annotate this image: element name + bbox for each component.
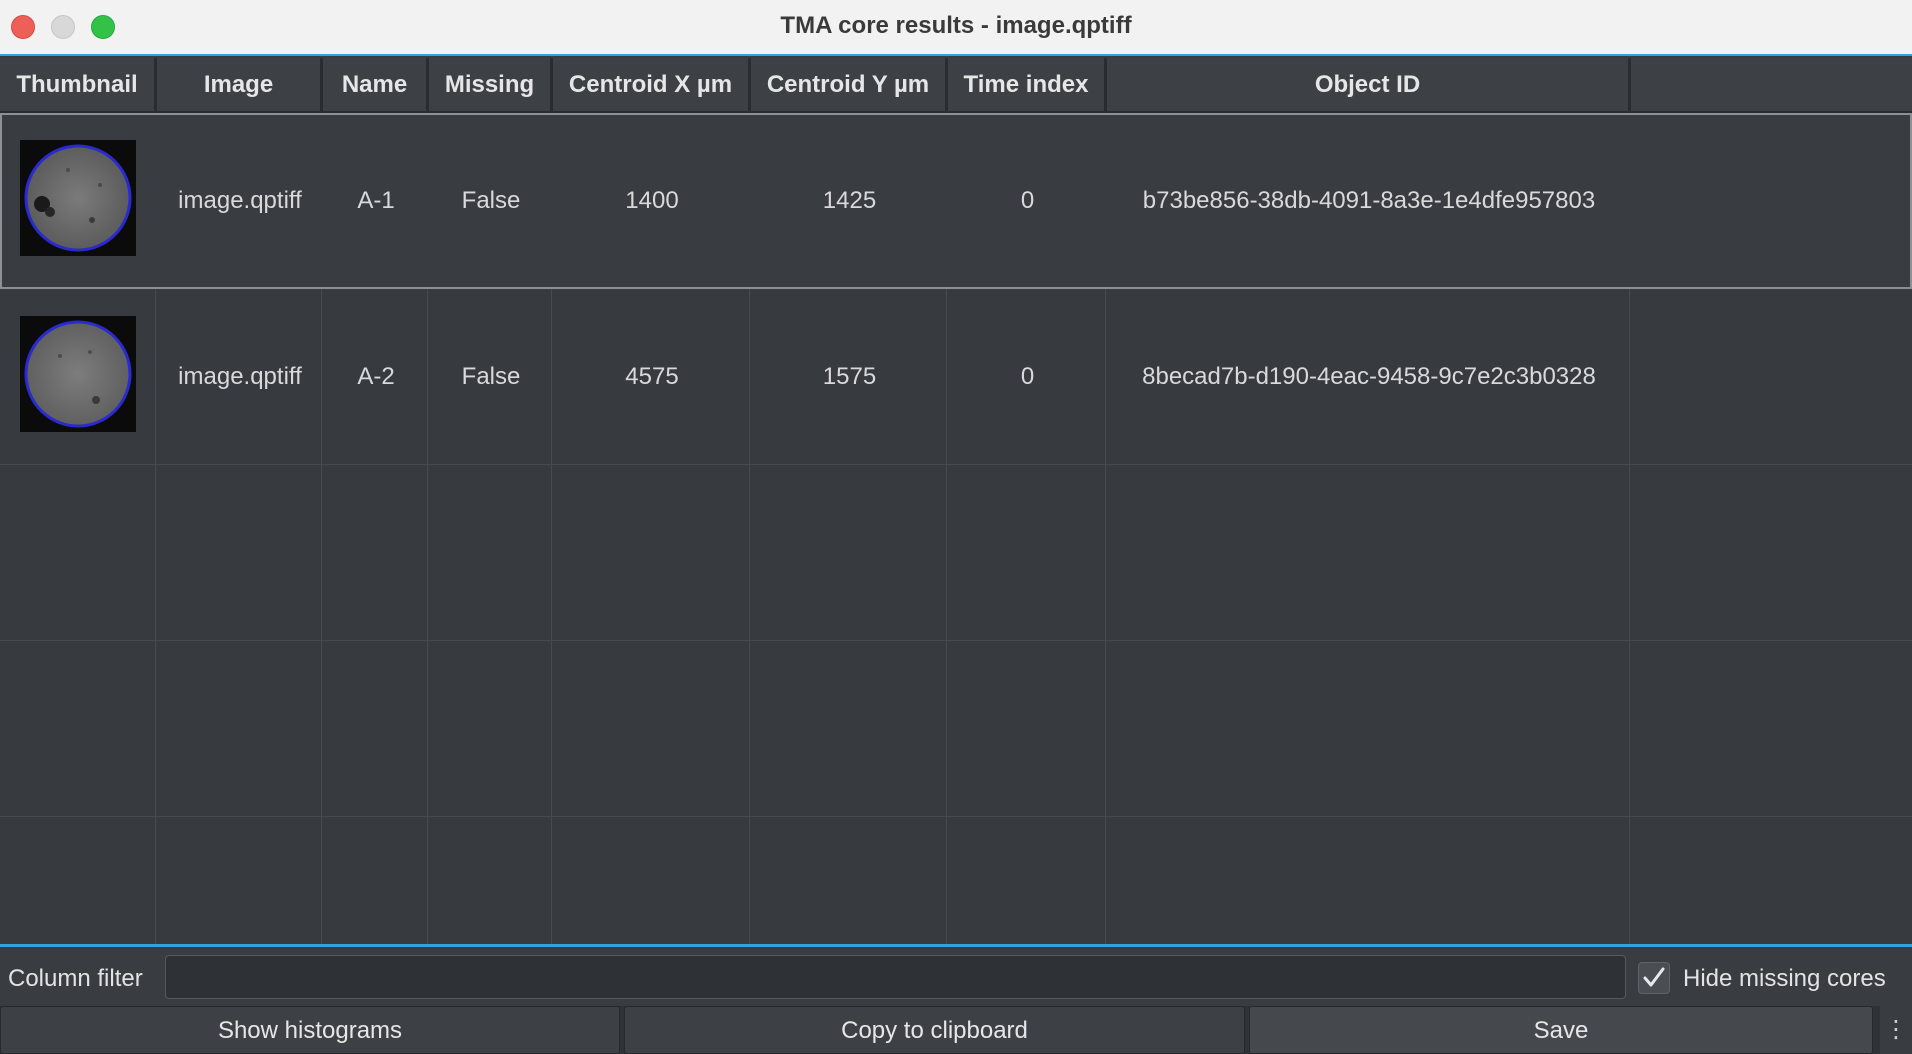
results-table[interactable]: Thumbnail Image Name Missing Centroid X … bbox=[0, 58, 1912, 944]
table-row[interactable]: image.qptiff A-1 False 1400 1425 0 b73be… bbox=[0, 113, 1912, 289]
object-id-cell: b73be856-38db-4091-8a3e-1e4dfe957803 bbox=[1142, 187, 1596, 214]
filter-bar: Column filter Hide missing cores bbox=[0, 944, 1912, 1006]
column-header-object-id[interactable]: Object ID bbox=[1107, 58, 1631, 111]
table-row[interactable]: image.qptiff A-2 False 4575 1575 0 8beca… bbox=[0, 289, 1912, 465]
centroid-x-cell: 1400 bbox=[625, 187, 679, 214]
tma-results-window: TMA core results - image.qptiff Thumbnai… bbox=[0, 0, 1912, 1054]
image-cell: image.qptiff bbox=[178, 187, 302, 214]
more-options-icon[interactable]: ⋮ bbox=[1880, 1006, 1912, 1054]
copy-to-clipboard-button[interactable]: Copy to clipboard bbox=[624, 1006, 1245, 1054]
column-filter-input[interactable] bbox=[165, 955, 1626, 999]
column-header-image[interactable]: Image bbox=[157, 58, 323, 111]
show-histograms-button[interactable]: Show histograms bbox=[0, 1006, 620, 1054]
save-button[interactable]: Save bbox=[1249, 1006, 1873, 1054]
column-header-name[interactable]: Name bbox=[323, 58, 429, 111]
hide-missing-cores-label[interactable]: Hide missing cores bbox=[1683, 965, 1886, 993]
column-header-empty bbox=[1631, 58, 1912, 111]
time-index-cell: 0 bbox=[1020, 363, 1035, 390]
grid-line bbox=[0, 640, 1912, 641]
button-bar: Show histograms Copy to clipboard Save ⋮ bbox=[0, 1006, 1912, 1054]
title-bar: TMA core results - image.qptiff bbox=[0, 0, 1912, 56]
object-id-cell: 8becad7b-d190-4eac-9458-9c7e2c3b0328 bbox=[1142, 363, 1596, 390]
window-title: TMA core results - image.qptiff bbox=[780, 12, 1132, 39]
table-header: Thumbnail Image Name Missing Centroid X … bbox=[0, 58, 1912, 113]
thumbnail-cell bbox=[0, 113, 157, 289]
centroid-y-cell: 1425 bbox=[822, 187, 877, 214]
time-index-cell: 0 bbox=[1020, 187, 1035, 214]
grid-line bbox=[0, 816, 1912, 817]
hide-missing-cores-checkbox[interactable] bbox=[1638, 962, 1670, 994]
image-cell: image.qptiff bbox=[178, 363, 302, 390]
missing-cell: False bbox=[461, 363, 521, 390]
column-header-thumbnail[interactable]: Thumbnail bbox=[0, 58, 157, 111]
column-header-centroid-x[interactable]: Centroid X µm bbox=[553, 58, 751, 111]
column-header-centroid-y[interactable]: Centroid Y µm bbox=[751, 58, 948, 111]
column-header-missing[interactable]: Missing bbox=[429, 58, 553, 111]
column-filter-label: Column filter bbox=[8, 965, 143, 992]
centroid-y-cell: 1575 bbox=[822, 363, 877, 390]
checkmark-icon bbox=[1643, 967, 1665, 987]
column-header-time-index[interactable]: Time index bbox=[948, 58, 1107, 111]
missing-cell: False bbox=[461, 187, 521, 214]
thumbnail-cell bbox=[0, 289, 157, 465]
tissue-core-thumbnail bbox=[20, 140, 136, 256]
centroid-x-cell: 4575 bbox=[625, 363, 679, 390]
tissue-core-thumbnail bbox=[20, 316, 136, 432]
name-cell: A-2 bbox=[357, 363, 395, 390]
name-cell: A-1 bbox=[357, 187, 395, 214]
